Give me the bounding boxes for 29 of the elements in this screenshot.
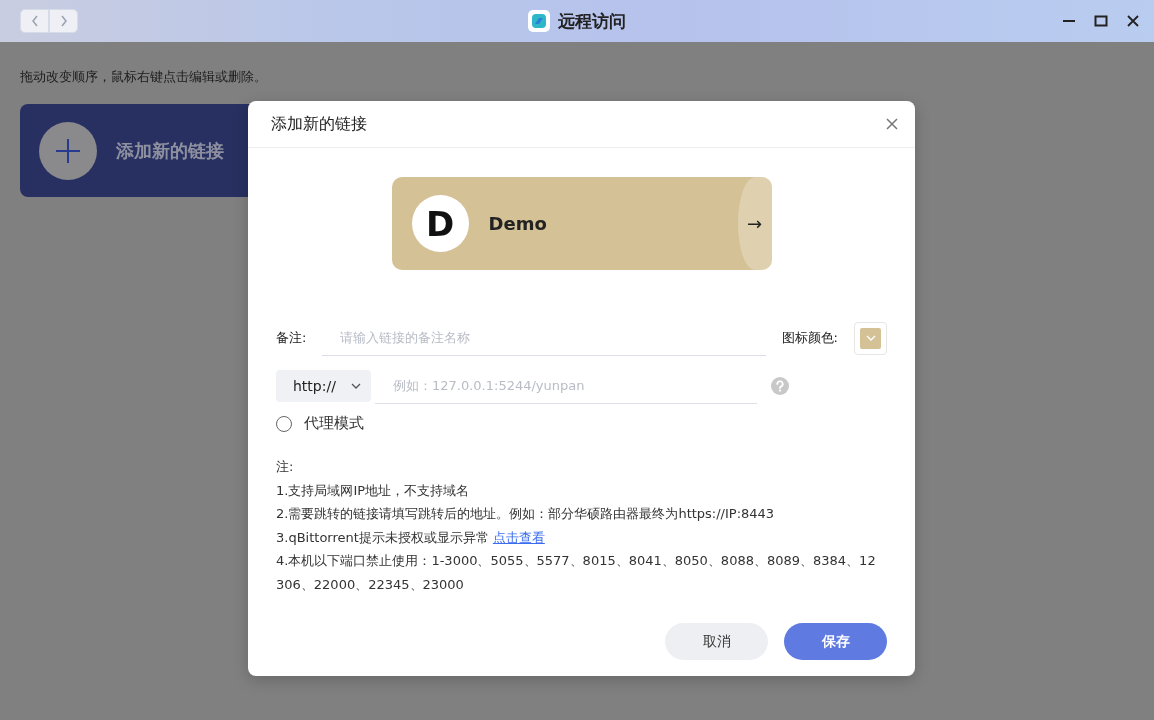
dialog-title: 添加新的链接	[271, 113, 367, 135]
chevron-right-icon	[59, 15, 68, 27]
link-name: Demo	[488, 213, 547, 234]
window-title: 远程访问	[558, 9, 626, 33]
protocol-select[interactable]: http://	[276, 370, 371, 402]
icon-color-label: 图标颜色:	[781, 329, 838, 347]
note-text: 注:	[276, 458, 295, 476]
save-button[interactable]: 保存	[784, 623, 887, 660]
chevron-down-icon	[351, 383, 361, 389]
note-text: 4.本机以下端口禁止使用：1-3000、5055、5577、8015、8041、8050、8088、8089、8384、12306、22000、22345、23000	[276, 552, 876, 594]
maximize-icon	[1094, 14, 1108, 28]
close-icon	[1126, 14, 1140, 28]
tile-label: 添加新的链接	[116, 138, 224, 163]
hint-text: 拖动改变顺序，鼠标右键点击编辑或删除。	[20, 68, 268, 86]
proxy-radio[interactable]	[276, 415, 292, 432]
color-picker[interactable]	[854, 321, 887, 355]
note-text: 1.支持局域网IP地址，不支持域名	[276, 481, 471, 500]
proxy-label: 代理模式	[304, 414, 364, 433]
view-link[interactable]: 点击查看	[492, 529, 545, 545]
app-icon	[528, 10, 550, 32]
chevron-down-icon	[865, 335, 876, 341]
cancel-button[interactable]: 取消	[665, 623, 768, 660]
letter-avatar: D	[411, 195, 469, 252]
remark-label: 备注:	[276, 329, 307, 347]
close-icon	[885, 117, 899, 131]
note-text: 2.需要跳转的链接请填写跳转后的地址。例如：部分华硕路由器最终为https://IP:8443	[276, 505, 776, 523]
chevron-left-icon	[30, 15, 39, 27]
arrow-button[interactable]: →	[737, 177, 772, 270]
note-text: 3.qBittorrent提示未授权或显示异常 点击查看	[276, 528, 546, 547]
